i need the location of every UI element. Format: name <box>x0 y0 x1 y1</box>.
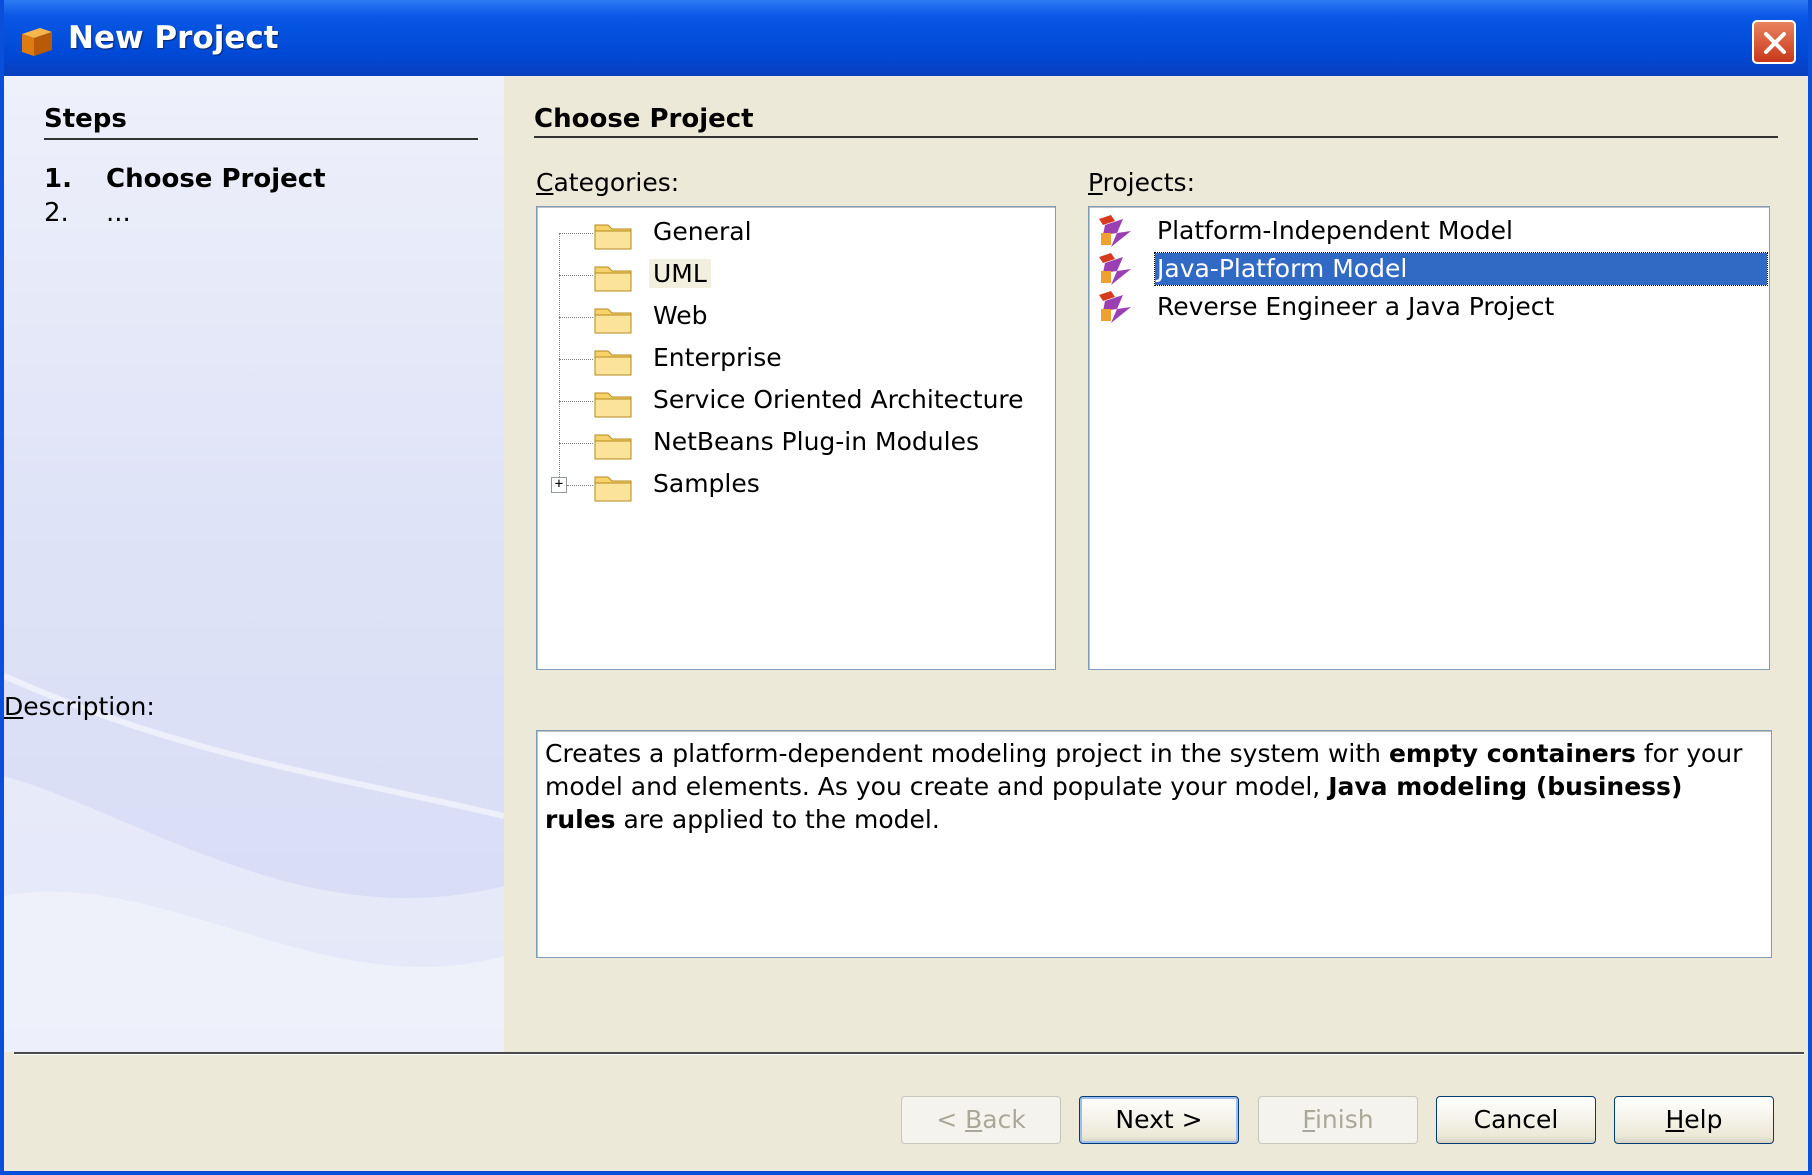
cancel-button[interactable]: Cancel <box>1436 1096 1596 1144</box>
tree-item-label: Service Oriented Architecture <box>653 385 1024 414</box>
close-button[interactable] <box>1752 20 1796 64</box>
step-number: 1. <box>44 164 72 194</box>
step-number: 2. <box>44 198 69 228</box>
step-item-2: 2.... <box>44 198 131 228</box>
description-text: Creates a platform-dependent modeling pr… <box>545 739 1743 834</box>
title-bar[interactable]: New Project <box>4 0 1808 76</box>
folder-icon <box>594 308 632 334</box>
list-item-platform-independent-model[interactable]: Platform-Independent Model <box>1091 211 1767 249</box>
folder-icon <box>594 392 632 418</box>
projects-label: Projects: <box>1088 168 1195 197</box>
tree-connector <box>559 359 593 360</box>
tree-item-general[interactable]: General <box>537 213 1037 253</box>
description-label: Description: <box>4 692 155 721</box>
new-project-dialog: New Project Steps 1. Choose Project 2....… <box>0 0 1812 1175</box>
step-label: Choose Project <box>106 164 326 194</box>
uml-project-icon <box>1099 253 1131 285</box>
folder-icon <box>594 224 632 250</box>
uml-project-icon <box>1099 215 1131 247</box>
folder-icon <box>594 434 632 460</box>
tree-item-label: UML <box>649 259 711 288</box>
window-title: New Project <box>68 20 279 56</box>
title-divider <box>534 136 1778 138</box>
help-button[interactable]: Help <box>1614 1096 1774 1144</box>
list-item-reverse-engineer-java-project[interactable]: Reverse Engineer a Java Project <box>1091 287 1767 325</box>
tree-item-label: General <box>653 217 752 246</box>
tree-item-web[interactable]: Web <box>537 297 1037 337</box>
description-area[interactable]: Creates a platform-dependent modeling pr… <box>536 730 1772 958</box>
tree-connector <box>559 275 593 276</box>
tree-item-label: Samples <box>653 469 760 498</box>
tree-connector <box>559 443 593 444</box>
tree-connector <box>559 401 593 402</box>
steps-divider <box>44 138 478 140</box>
finish-button[interactable]: Finish <box>1258 1096 1418 1144</box>
list-item-label: Platform-Independent Model <box>1157 216 1513 245</box>
folder-icon <box>594 350 632 376</box>
next-button[interactable]: Next > <box>1079 1096 1239 1144</box>
tree-item-soa[interactable]: Service Oriented Architecture <box>537 381 1037 421</box>
tree-connector <box>559 317 593 318</box>
tree-item-samples[interactable]: + Samples <box>537 465 1037 505</box>
close-icon <box>1764 32 1786 54</box>
tree-item-label: Enterprise <box>653 343 782 372</box>
list-item-java-platform-model[interactable]: Java-Platform Model <box>1091 249 1768 287</box>
step-label: ... <box>106 198 131 228</box>
folder-icon <box>594 476 632 502</box>
steps-heading: Steps <box>44 104 127 134</box>
netbeans-cube-icon <box>22 28 52 56</box>
button-bar-divider-highlight <box>14 1054 1804 1055</box>
categories-label: Categories: <box>536 168 680 197</box>
projects-list[interactable]: Platform-Independent Model Java-Platform… <box>1088 206 1770 670</box>
tree-item-netbeans-plugin-modules[interactable]: NetBeans Plug-in Modules <box>537 423 1037 463</box>
tree-item-label: NetBeans Plug-in Modules <box>653 427 979 456</box>
page-title: Choose Project <box>534 104 754 134</box>
steps-panel: Steps 1. Choose Project 2.... <box>4 76 504 1052</box>
tree-connector <box>567 485 593 486</box>
list-item-label: Java-Platform Model <box>1154 252 1768 286</box>
uml-project-icon <box>1099 291 1131 323</box>
expand-icon[interactable]: + <box>551 477 567 493</box>
step-item-1: 1. Choose Project <box>44 164 326 194</box>
tree-item-uml[interactable]: UML <box>537 255 1037 295</box>
folder-icon <box>594 266 632 292</box>
tree-item-label: Web <box>653 301 708 330</box>
tree-connector <box>559 233 593 234</box>
back-button[interactable]: < Back <box>901 1096 1061 1144</box>
categories-tree[interactable]: General UML Web Enterprise Service Orien… <box>536 206 1056 670</box>
tree-item-enterprise[interactable]: Enterprise <box>537 339 1037 379</box>
list-item-label: Reverse Engineer a Java Project <box>1157 292 1555 321</box>
